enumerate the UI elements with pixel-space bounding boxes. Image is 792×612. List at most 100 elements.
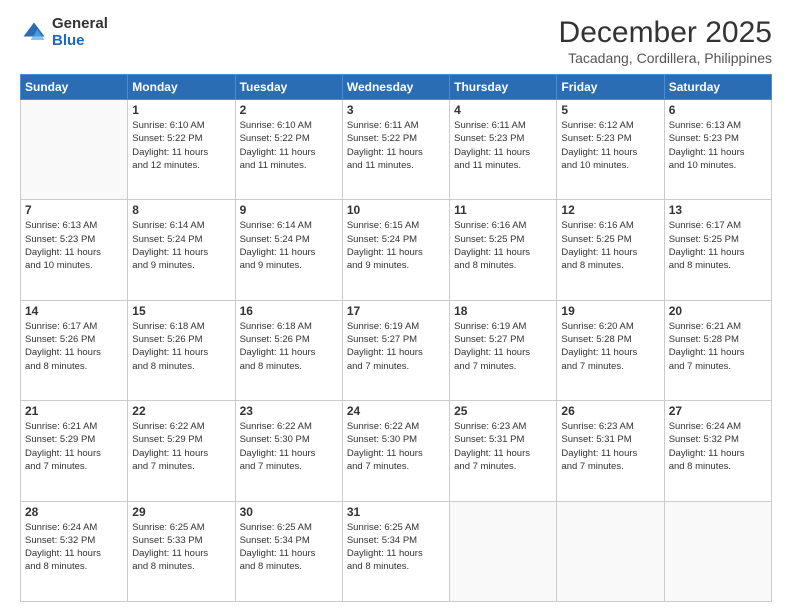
calendar-cell: 30Sunrise: 6:25 AM Sunset: 5:34 PM Dayli…: [235, 501, 342, 601]
calendar-day-header: Tuesday: [235, 75, 342, 100]
calendar-cell: 12 Sunrise: 6:16 AM Sunset: 5:25 PM Dayli…: [557, 200, 664, 300]
day-number: 19: [561, 304, 659, 318]
calendar-week-row: 1Sunrise: 6:10 AM Sunset: 5:22 PM Daylig…: [21, 100, 772, 200]
calendar-week-row: 7 Sunrise: 6:13 AM Sunset: 5:23 PM Daylig…: [21, 200, 772, 300]
day-info: Sunrise: 6:22 AM Sunset: 5:30 PM Dayligh…: [347, 420, 445, 473]
day-info: Sunrise: 6:11 AM Sunset: 5:22 PM Dayligh…: [347, 119, 445, 172]
day-info: Sunrise: 6:20 AM Sunset: 5:28 PM Dayligh…: [561, 320, 659, 373]
calendar-cell: 11 Sunrise: 6:16 AM Sunset: 5:25 PM Dayli…: [450, 200, 557, 300]
logo-blue: Blue: [52, 33, 108, 50]
day-number: 24: [347, 404, 445, 418]
calendar-cell: 31Sunrise: 6:25 AM Sunset: 5:34 PM Dayli…: [342, 501, 449, 601]
day-info: Sunrise: 6:16 AM Sunset: 5:25 PM Dayligh…: [561, 219, 659, 272]
calendar-cell: 4Sunrise: 6:11 AM Sunset: 5:23 PM Daylig…: [450, 100, 557, 200]
day-info: Sunrise: 6:14 AM Sunset: 5:24 PM Dayligh…: [240, 219, 338, 272]
calendar-cell: 18Sunrise: 6:19 AM Sunset: 5:27 PM Dayli…: [450, 300, 557, 400]
day-number: 5: [561, 103, 659, 117]
calendar-cell: 24 Sunrise: 6:22 AM Sunset: 5:30 PM Dayli…: [342, 401, 449, 501]
day-number: 4: [454, 103, 552, 117]
calendar-cell: [21, 100, 128, 200]
calendar-day-header: Friday: [557, 75, 664, 100]
day-number: 16: [240, 304, 338, 318]
day-number: 14: [25, 304, 123, 318]
day-number: 15: [132, 304, 230, 318]
day-info: Sunrise: 6:21 AM Sunset: 5:28 PM Dayligh…: [669, 320, 767, 373]
day-info: Sunrise: 6:13 AM Sunset: 5:23 PM Dayligh…: [25, 219, 123, 272]
calendar-cell: 29 Sunrise: 6:25 AM Sunset: 5:33 PM Dayli…: [128, 501, 235, 601]
day-number: 6: [669, 103, 767, 117]
logo-general: General: [52, 16, 108, 33]
day-number: 18: [454, 304, 552, 318]
calendar-cell: 10Sunrise: 6:15 AM Sunset: 5:24 PM Dayli…: [342, 200, 449, 300]
calendar-cell: 26 Sunrise: 6:23 AM Sunset: 5:31 PM Dayli…: [557, 401, 664, 501]
day-number: 22: [132, 404, 230, 418]
day-info: Sunrise: 6:10 AM Sunset: 5:22 PM Dayligh…: [132, 119, 230, 172]
day-number: 8: [132, 203, 230, 217]
calendar-cell: 5Sunrise: 6:12 AM Sunset: 5:23 PM Daylig…: [557, 100, 664, 200]
day-info: Sunrise: 6:24 AM Sunset: 5:32 PM Dayligh…: [25, 521, 123, 574]
calendar-cell: 2Sunrise: 6:10 AM Sunset: 5:22 PM Daylig…: [235, 100, 342, 200]
calendar-cell: 27 Sunrise: 6:24 AM Sunset: 5:32 PM Dayli…: [664, 401, 771, 501]
logo: General Blue: [20, 16, 108, 49]
day-number: 7: [25, 203, 123, 217]
day-number: 26: [561, 404, 659, 418]
day-number: 2: [240, 103, 338, 117]
calendar-week-row: 28Sunrise: 6:24 AM Sunset: 5:32 PM Dayli…: [21, 501, 772, 601]
day-info: Sunrise: 6:25 AM Sunset: 5:34 PM Dayligh…: [240, 521, 338, 574]
calendar-table: SundayMondayTuesdayWednesdayThursdayFrid…: [20, 74, 772, 602]
calendar-cell: 7 Sunrise: 6:13 AM Sunset: 5:23 PM Daylig…: [21, 200, 128, 300]
day-number: 29: [132, 505, 230, 519]
calendar-day-header: Sunday: [21, 75, 128, 100]
day-number: 3: [347, 103, 445, 117]
calendar-cell: 16Sunrise: 6:18 AM Sunset: 5:26 PM Dayli…: [235, 300, 342, 400]
calendar-week-row: 14 Sunrise: 6:17 AM Sunset: 5:26 PM Dayli…: [21, 300, 772, 400]
calendar-cell: 25 Sunrise: 6:23 AM Sunset: 5:31 PM Dayli…: [450, 401, 557, 501]
day-info: Sunrise: 6:22 AM Sunset: 5:29 PM Dayligh…: [132, 420, 230, 473]
day-info: Sunrise: 6:15 AM Sunset: 5:24 PM Dayligh…: [347, 219, 445, 272]
page: General Blue December 2025 Tacadang, Cor…: [0, 0, 792, 612]
day-info: Sunrise: 6:17 AM Sunset: 5:26 PM Dayligh…: [25, 320, 123, 373]
calendar-cell: 28Sunrise: 6:24 AM Sunset: 5:32 PM Dayli…: [21, 501, 128, 601]
calendar-cell: 19 Sunrise: 6:20 AM Sunset: 5:28 PM Dayli…: [557, 300, 664, 400]
calendar-cell: 15Sunrise: 6:18 AM Sunset: 5:26 PM Dayli…: [128, 300, 235, 400]
day-number: 25: [454, 404, 552, 418]
day-number: 27: [669, 404, 767, 418]
calendar-cell: 13 Sunrise: 6:17 AM Sunset: 5:25 PM Dayli…: [664, 200, 771, 300]
day-info: Sunrise: 6:23 AM Sunset: 5:31 PM Dayligh…: [561, 420, 659, 473]
header: General Blue December 2025 Tacadang, Cor…: [20, 16, 772, 66]
calendar-day-header: Thursday: [450, 75, 557, 100]
day-number: 21: [25, 404, 123, 418]
logo-icon: [20, 19, 48, 47]
calendar-cell: 3 Sunrise: 6:11 AM Sunset: 5:22 PM Daylig…: [342, 100, 449, 200]
calendar-cell: 21Sunrise: 6:21 AM Sunset: 5:29 PM Dayli…: [21, 401, 128, 501]
calendar-day-header: Monday: [128, 75, 235, 100]
calendar-day-header: Saturday: [664, 75, 771, 100]
calendar-week-row: 21Sunrise: 6:21 AM Sunset: 5:29 PM Dayli…: [21, 401, 772, 501]
day-info: Sunrise: 6:19 AM Sunset: 5:27 PM Dayligh…: [347, 320, 445, 373]
day-info: Sunrise: 6:24 AM Sunset: 5:32 PM Dayligh…: [669, 420, 767, 473]
day-info: Sunrise: 6:23 AM Sunset: 5:31 PM Dayligh…: [454, 420, 552, 473]
calendar-cell: [450, 501, 557, 601]
calendar-cell: 22 Sunrise: 6:22 AM Sunset: 5:29 PM Dayli…: [128, 401, 235, 501]
calendar-cell: [664, 501, 771, 601]
day-number: 17: [347, 304, 445, 318]
day-number: 11: [454, 203, 552, 217]
calendar-cell: 23 Sunrise: 6:22 AM Sunset: 5:30 PM Dayli…: [235, 401, 342, 501]
calendar-cell: 14 Sunrise: 6:17 AM Sunset: 5:26 PM Dayli…: [21, 300, 128, 400]
day-info: Sunrise: 6:16 AM Sunset: 5:25 PM Dayligh…: [454, 219, 552, 272]
day-info: Sunrise: 6:14 AM Sunset: 5:24 PM Dayligh…: [132, 219, 230, 272]
calendar-cell: 6 Sunrise: 6:13 AM Sunset: 5:23 PM Daylig…: [664, 100, 771, 200]
day-info: Sunrise: 6:13 AM Sunset: 5:23 PM Dayligh…: [669, 119, 767, 172]
title-block: December 2025 Tacadang, Cordillera, Phil…: [559, 16, 772, 66]
day-number: 23: [240, 404, 338, 418]
calendar-title: December 2025: [559, 16, 772, 50]
day-info: Sunrise: 6:22 AM Sunset: 5:30 PM Dayligh…: [240, 420, 338, 473]
logo-text: General Blue: [52, 16, 108, 49]
day-number: 9: [240, 203, 338, 217]
calendar-cell: 20Sunrise: 6:21 AM Sunset: 5:28 PM Dayli…: [664, 300, 771, 400]
day-info: Sunrise: 6:17 AM Sunset: 5:25 PM Dayligh…: [669, 219, 767, 272]
day-info: Sunrise: 6:25 AM Sunset: 5:33 PM Dayligh…: [132, 521, 230, 574]
day-number: 12: [561, 203, 659, 217]
day-number: 31: [347, 505, 445, 519]
day-number: 13: [669, 203, 767, 217]
